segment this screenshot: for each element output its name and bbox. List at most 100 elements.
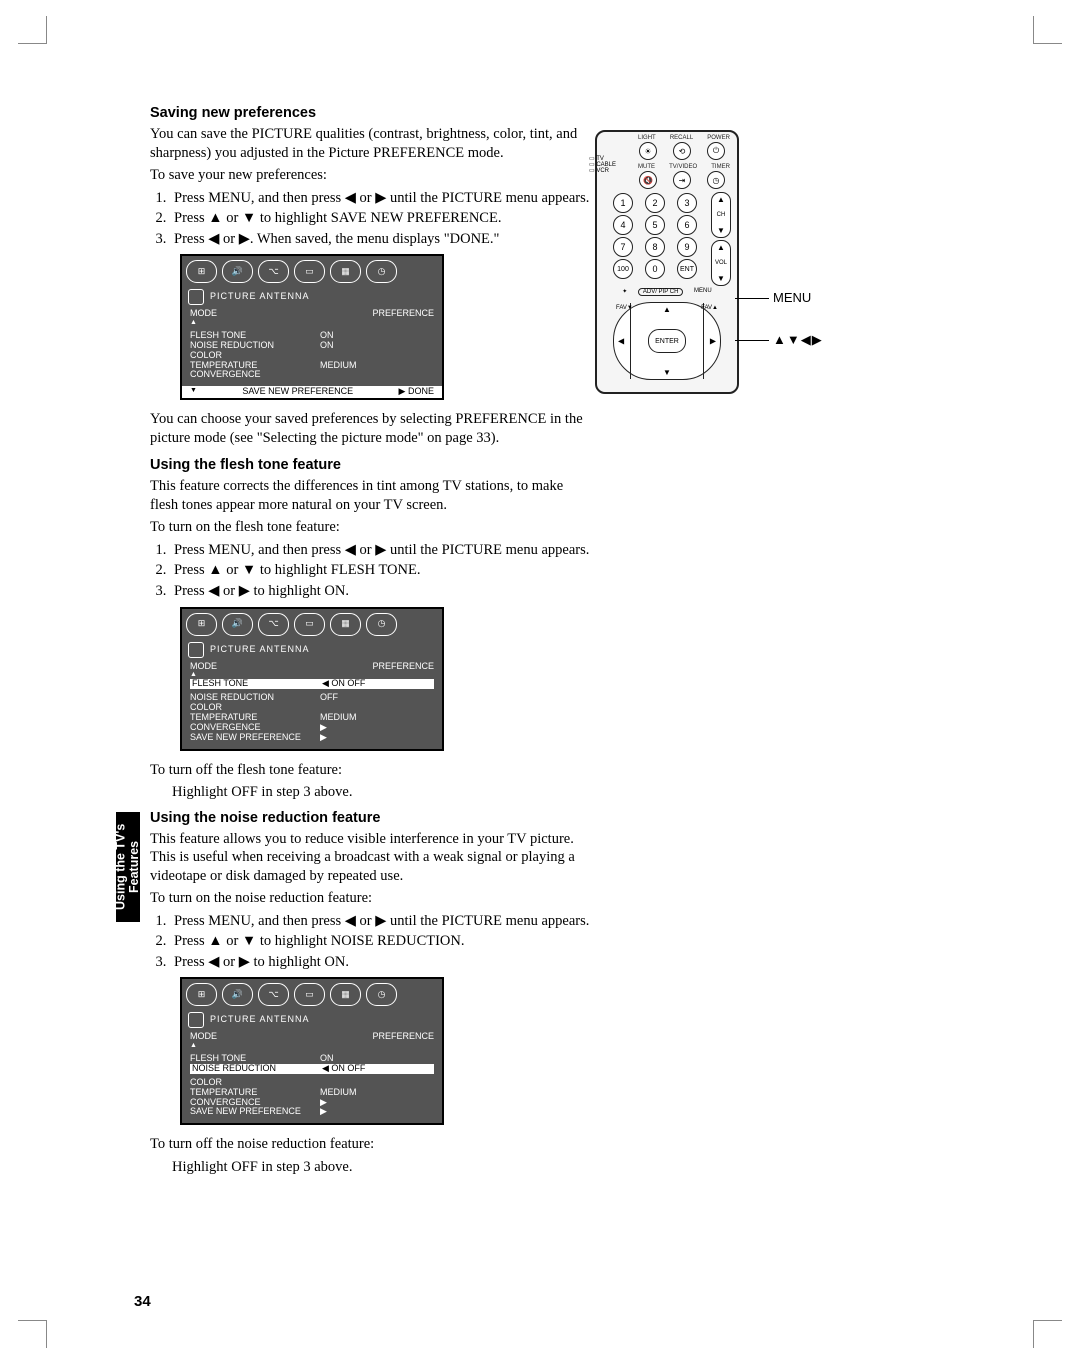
- osd-screenshot: ⊞ 🔊 ⌥ ▭ ▦ ◷ PICTURE ANTENNA MODEPREFEREN…: [180, 254, 444, 400]
- power-button: ⏻: [707, 142, 725, 160]
- osd-label: PREFERENCE: [372, 662, 434, 672]
- body-text: Highlight OFF in step 3 above.: [172, 783, 590, 802]
- remote-label: TIMER: [711, 164, 730, 170]
- osd-header-icon: [188, 289, 204, 305]
- step: Press ◀ or ▶ to highlight ON.: [170, 953, 590, 972]
- osd-header: PICTURE ANTENNA: [210, 645, 310, 655]
- osd-value: MEDIUM: [320, 361, 357, 371]
- remote-label: POWER: [707, 135, 730, 141]
- osd-tab-icon: 🔊: [222, 260, 253, 283]
- osd-tab-icon: ▭: [294, 983, 325, 1006]
- osd-screenshot: ⊞ 🔊 ⌥ ▭ ▦ ◷ PICTURE ANTENNA MODE PREFEREN…: [180, 607, 444, 751]
- pipch-button: ADV/ PIP CH: [638, 288, 684, 296]
- osd-tab-icon: ⊞: [186, 260, 217, 283]
- step-list: Press MENU, and then press ◀ or ▶ until …: [150, 541, 590, 601]
- osd-tab-icon: ▭: [294, 260, 325, 283]
- remote-label: LIGHT: [638, 135, 656, 141]
- body-text: You can choose your saved preferences by…: [150, 410, 590, 447]
- step: Press ◀ or ▶. When saved, the menu displ…: [170, 230, 590, 249]
- osd-label: PREFERENCE: [372, 309, 434, 319]
- step: Press ◀ or ▶ to highlight ON.: [170, 582, 590, 601]
- osd-tab-icon: ◷: [366, 613, 397, 636]
- osd-tab-icon: ▦: [330, 613, 361, 636]
- remote-label: TV/VIDEO: [669, 164, 697, 170]
- remote-switch-label: VCR: [596, 168, 609, 174]
- step: Press MENU, and then press ◀ or ▶ until …: [170, 189, 590, 208]
- body-text: This feature corrects the differences in…: [150, 477, 590, 514]
- num-button: 0: [645, 259, 665, 279]
- callout-menu: MENU: [773, 290, 811, 305]
- osd-item: SAVE NEW PREFERENCE: [190, 1107, 320, 1117]
- remote-label: RECALL: [670, 135, 693, 141]
- tvvideo-button: ⇥: [673, 171, 691, 189]
- osd-value: OFF: [320, 693, 338, 703]
- osd-tab-icon: 🔊: [222, 613, 253, 636]
- osd-highlight: NOISE REDUCTION: [192, 1064, 322, 1074]
- num-button: 6: [677, 215, 697, 235]
- osd-tab-icon: ⌥: [258, 983, 289, 1006]
- osd-tab-icon: ▭: [294, 613, 325, 636]
- body-text: You can save the PICTURE qualities (cont…: [150, 125, 590, 162]
- step: Press ▲ or ▼ to highlight FLESH TONE.: [170, 561, 590, 580]
- osd-tab-icon: ◷: [366, 983, 397, 1006]
- osd-highlight-value: ◀ ON OFF: [322, 679, 365, 689]
- osd-label: MODE: [190, 662, 217, 672]
- osd-tab-icon: ⌥: [258, 613, 289, 636]
- osd-label: MODE: [190, 309, 217, 319]
- up-arrow-icon: ▲: [663, 305, 671, 314]
- mute-button: 🔇: [639, 171, 657, 189]
- recall-button: ⟲: [673, 142, 691, 160]
- num-button: 1: [613, 193, 633, 213]
- timer-button: ◷: [707, 171, 725, 189]
- section-title: Saving new preferences: [150, 105, 590, 121]
- num-button: 2: [645, 193, 665, 213]
- osd-tab-icon: ⌥: [258, 260, 289, 283]
- step: Press ▲ or ▼ to highlight SAVE NEW PREFE…: [170, 209, 590, 228]
- osd-value: ▶: [320, 1107, 327, 1117]
- remote-illustration: ▭ TV ▭ CABLE ▭ VCR LIGHT RECALL POWER ☀ …: [595, 130, 739, 394]
- num-button: 100: [613, 259, 633, 279]
- callout-arrows: ▲▼◀▶: [773, 332, 823, 348]
- osd-highlight-value: ▶ DONE: [399, 387, 434, 397]
- light-button: ☀: [639, 142, 657, 160]
- body-text: To turn on the noise reduction feature:: [150, 889, 590, 908]
- osd-header: PICTURE ANTENNA: [210, 1015, 310, 1025]
- num-button: 9: [677, 237, 697, 257]
- num-button: 4: [613, 215, 633, 235]
- right-arrow-icon: ▶: [710, 337, 716, 346]
- num-button: 7: [613, 237, 633, 257]
- osd-tab-icon: 🔊: [222, 983, 253, 1006]
- osd-highlight: SAVE NEW PREFERENCE: [242, 387, 353, 397]
- section-title: Using the flesh tone feature: [150, 457, 590, 473]
- step-list: Press MENU, and then press ◀ or ▶ until …: [150, 912, 590, 972]
- dpad: ▲ ▼ ◀ ▶ FAV▼ FAV▲ ENTER: [613, 302, 721, 380]
- body-text: To save your new preferences:: [150, 166, 590, 185]
- osd-header-icon: [188, 1012, 204, 1028]
- enter-button: ENTER: [648, 329, 686, 353]
- step: Press MENU, and then press ◀ or ▶ until …: [170, 541, 590, 560]
- vol-rocker: ▲VOL▼: [711, 240, 731, 286]
- section-title: Using the noise reduction feature: [150, 810, 590, 826]
- osd-tab-icon: ⊞: [186, 613, 217, 636]
- body-text: To turn off the noise reduction feature:: [150, 1135, 590, 1154]
- step-list: Press MENU, and then press ◀ or ▶ until …: [150, 189, 590, 249]
- ent-button: ENT: [677, 259, 697, 279]
- osd-value: ON: [320, 341, 334, 351]
- left-arrow-icon: ◀: [618, 337, 624, 346]
- chapter-tab: Using the TV's Features: [116, 812, 140, 922]
- num-button: 5: [645, 215, 665, 235]
- step: Press ▲ or ▼ to highlight NOISE REDUCTIO…: [170, 932, 590, 951]
- osd-item: CONVERGENCE: [190, 370, 320, 380]
- osd-header-icon: [188, 642, 204, 658]
- osd-tab-icon: ◷: [366, 260, 397, 283]
- ch-rocker: ▲CH▼: [711, 192, 731, 238]
- osd-screenshot: ⊞ 🔊 ⌥ ▭ ▦ ◷ PICTURE ANTENNA MODEPREFEREN…: [180, 977, 444, 1125]
- osd-item: SAVE NEW PREFERENCE: [190, 733, 320, 743]
- osd-highlight-value: ◀ ON OFF: [322, 1064, 365, 1074]
- body-text: To turn on the flesh tone feature:: [150, 518, 590, 537]
- remote-label: MUTE: [638, 164, 655, 170]
- step: Press MENU, and then press ◀ or ▶ until …: [170, 912, 590, 931]
- body-text: This feature allows you to reduce visibl…: [150, 830, 590, 886]
- body-text: To turn off the flesh tone feature:: [150, 761, 590, 780]
- osd-label: MODE: [190, 1032, 217, 1042]
